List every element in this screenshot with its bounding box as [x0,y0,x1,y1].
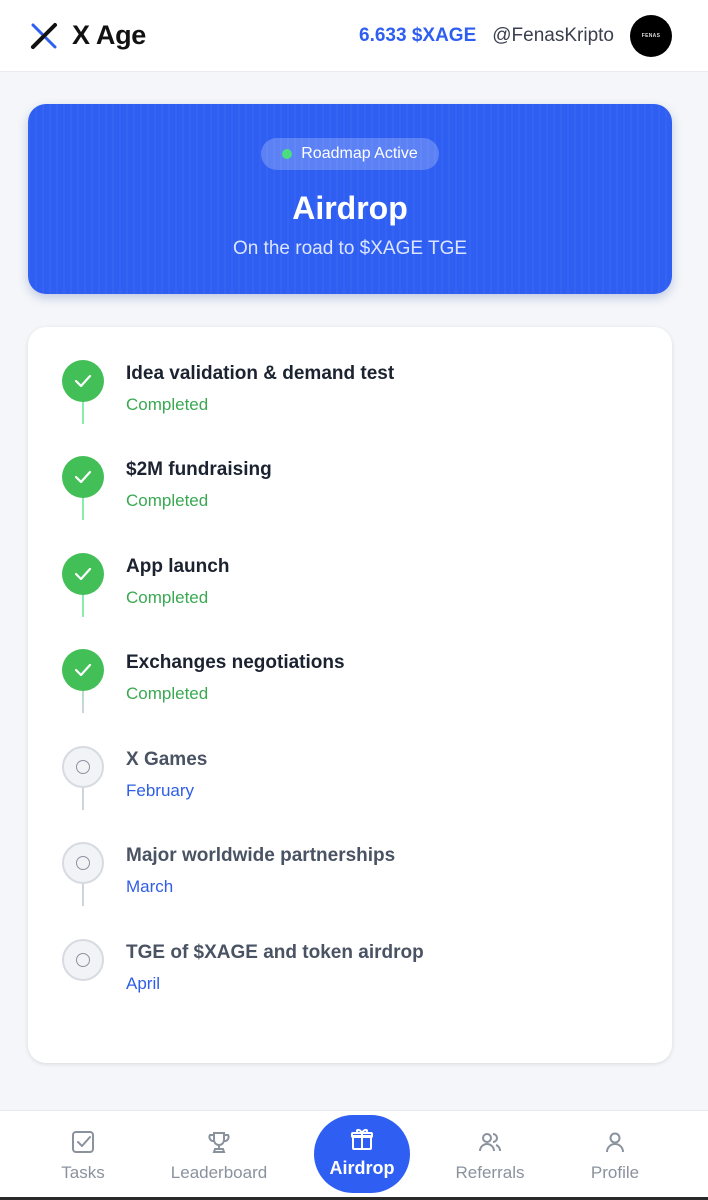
check-icon [74,374,92,388]
roadmap-card: Idea validation & demand test Completed … [28,327,672,1063]
header-right: 6.633 $XAGE @FenasKripto FENAS [359,14,672,57]
step-indicator [62,360,104,402]
roadmap-status-badge: Roadmap Active [261,138,439,170]
step-title: App launch [126,556,230,577]
nav-label: Leaderboard [170,1163,268,1182]
roadmap-step: App launch Completed [28,520,672,617]
app-header: X Age 6.633 $XAGE @FenasKripto FENAS [0,0,708,72]
step-title: TGE of $XAGE and token airdrop [126,942,424,963]
step-indicator [62,553,104,595]
hero-title: Airdrop [292,190,408,226]
nav-leaderboard[interactable]: Leaderboard [160,1111,278,1200]
step-status: April [126,974,161,993]
circle-icon [76,953,90,967]
step-status: Completed [126,395,209,414]
nav-tasks[interactable]: Tasks [44,1111,122,1200]
nav-label: Profile [590,1163,640,1182]
step-indicator [62,456,104,498]
step-indicator [62,939,104,981]
step-title: Exchanges negotiations [126,652,345,673]
roadmap-step: Major worldwide partnerships March [28,809,672,906]
airdrop-hero-card: Roadmap Active Airdrop On the road to $X… [28,104,672,294]
hero-subtitle: On the road to $XAGE TGE [232,238,468,259]
avatar[interactable]: FENAS [630,14,672,57]
roadmap-step: Exchanges negotiations Completed [28,616,672,713]
roadmap-step: X Games February [28,713,672,810]
badge-label: Roadmap Active [301,145,418,162]
token-balance: 6.633 $XAGE [359,24,477,46]
step-title: Idea validation & demand test [126,363,395,384]
gift-icon [351,1129,373,1150]
nav-airdrop[interactable]: Airdrop [314,1115,410,1193]
step-title: X Games [126,749,208,770]
nav-label: Airdrop [329,1158,395,1178]
nav-profile[interactable]: Profile [580,1111,650,1200]
nav-label: Referrals [455,1163,525,1182]
step-indicator [62,649,104,691]
nav-label: Tasks [61,1163,105,1182]
step-status: Completed [126,588,209,607]
nav-referrals[interactable]: Referrals [450,1111,530,1200]
users-icon [479,1133,501,1152]
step-status: Completed [126,684,209,703]
app-title: X Age [72,20,147,50]
step-status: February [126,781,195,800]
step-status: Completed [126,491,209,510]
circle-icon [76,856,90,870]
trophy-icon [208,1132,230,1153]
check-icon [74,663,92,677]
user-icon [606,1132,624,1153]
roadmap-step: Idea validation & demand test Completed [28,327,672,424]
brand[interactable]: X Age [30,20,146,51]
roadmap-step: $2M fundraising Completed [28,423,672,520]
circle-icon [76,760,90,774]
step-indicator [62,842,104,884]
step-title: Major worldwide partnerships [126,845,396,866]
avatar-text: FENAS [641,32,661,39]
roadmap-step: TGE of $XAGE and token airdrop April [28,906,672,1002]
step-status: March [126,877,174,896]
step-title: $2M fundraising [126,459,272,480]
username: @FenasKripto [492,24,614,46]
check-icon [74,567,92,581]
x-logo-icon [31,22,57,49]
checkbox-icon [72,1131,94,1153]
step-indicator [62,746,104,788]
check-icon [74,470,92,484]
status-dot-icon [282,149,293,159]
bottom-nav: Tasks Leaderboard Airdrop Referrals Prof… [0,1110,708,1200]
